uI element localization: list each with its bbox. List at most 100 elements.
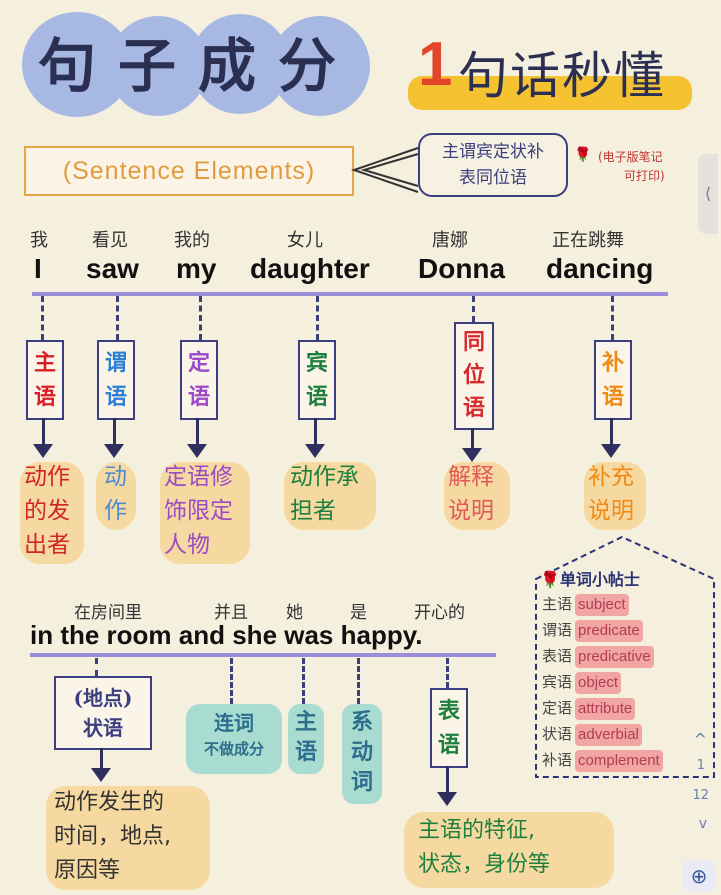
connector-dash (230, 658, 233, 704)
side-tab-button[interactable]: ⟨ (698, 154, 718, 234)
desc-complement: 补充 说明 (588, 460, 634, 528)
role-linking-verb: 系 动 词 (342, 708, 382, 798)
arrow-down (471, 428, 474, 450)
desc-subject: 动作 的发 出者 (24, 460, 70, 562)
arrow-head (91, 768, 111, 782)
sentence-word: Donna (418, 253, 506, 284)
page-up-button[interactable]: ^ (694, 730, 707, 749)
role-char: 语 (187, 384, 210, 410)
desc-line: 人物 (164, 532, 210, 558)
tip-zh: 定语 (542, 699, 573, 717)
role-char: 语 (33, 384, 56, 410)
connector-dash (199, 296, 202, 340)
arrow-down (314, 418, 317, 446)
arrow-head (187, 444, 207, 458)
desc-object: 动作承 担者 (290, 460, 359, 528)
connector-dash (316, 296, 319, 340)
desc-line: 时间，地点, (54, 824, 171, 849)
desc-line: 作 (104, 498, 127, 524)
categories-bubble: 主谓宾定状补 表同位语 (418, 133, 568, 197)
tip-zh: 谓语 (542, 621, 573, 639)
connector-dash (95, 658, 98, 676)
arrow-down (42, 418, 45, 446)
gloss-word: 我的 (174, 230, 210, 251)
page-down-button[interactable]: v (699, 816, 707, 832)
role-char: 同 (462, 329, 485, 355)
tip-item: 状语 adverbial (542, 723, 642, 746)
role-line: (地点) (73, 686, 133, 710)
tip-zh: 补语 (542, 751, 573, 769)
desc-line: 主语的特征, (418, 818, 535, 843)
desc-appositive: 解释 说明 (448, 460, 494, 528)
chevron-left-icon: ⟨ (704, 184, 712, 203)
tip-zh: 宾语 (542, 673, 573, 691)
page-total: 12 (692, 788, 709, 803)
desc-line: 动 (104, 464, 127, 490)
arrow-down (196, 418, 199, 446)
page-current: 1 (696, 758, 705, 773)
role-char: 宾 (305, 350, 328, 376)
role-line: 状语 (83, 716, 123, 740)
role-subject: 主 语 (26, 340, 64, 420)
sentence2-underline (30, 653, 496, 657)
desc-line: 饰限定 (164, 498, 233, 524)
sentence1-underline (32, 292, 668, 296)
role-char: 主 (33, 350, 56, 376)
english-label: (Sentence Elements) (62, 157, 316, 185)
role-char: 动 (350, 740, 373, 765)
desc-predicate: 动 作 (104, 460, 127, 528)
tip-item: 补语 complement (542, 749, 663, 772)
tip-en: predicative (575, 646, 654, 668)
note-line2: 可打印) (624, 169, 665, 183)
desc-line: 解释 (448, 464, 494, 490)
connector-dash (41, 296, 44, 340)
desc-line: 出者 (24, 532, 70, 558)
tip-item: 宾语 object (542, 671, 622, 694)
zoom-button[interactable]: ⊕ (682, 860, 716, 892)
tip-en: adverbial (575, 724, 642, 746)
arrow-head (437, 792, 457, 806)
desc-line: 说明 (588, 498, 634, 524)
desc-attribute: 定语修 饰限定 人物 (164, 460, 233, 562)
arrow-down (113, 418, 116, 446)
tip-zh: 状语 (542, 725, 573, 743)
connector-dash (611, 296, 614, 340)
desc-line: 补充 (588, 464, 634, 490)
desc-line: 动作 (24, 464, 70, 490)
role-subject-2: 主 语 (288, 708, 324, 768)
arrow-head (33, 444, 53, 458)
role-appositive: 同 位 语 (454, 322, 494, 430)
connector-dash (446, 658, 449, 688)
desc-predicative: 主语的特征, 状态，身份等 (418, 814, 550, 882)
desc-line: 担者 (290, 498, 336, 524)
role-char: 语 (305, 384, 328, 410)
role-char: 语 (104, 384, 127, 410)
connector-dash (472, 296, 475, 322)
role-char: 语 (437, 732, 460, 758)
role-conjunction: 连词 不做成分 (188, 708, 280, 760)
arrow-head (305, 444, 325, 458)
gloss-word: 女儿 (287, 230, 323, 251)
tip-en: subject (575, 594, 629, 616)
role-attribute: 定 语 (180, 340, 218, 420)
role-char: 谓 (104, 350, 127, 376)
tip-item: 定语 attribute (542, 697, 636, 720)
desc-line: 状态，身份等 (418, 852, 551, 877)
gloss-word: 正在跳舞 (552, 230, 624, 251)
tip-item: 谓语 predicate (542, 619, 643, 642)
tip-en: predicate (575, 620, 643, 642)
arrow-head (601, 444, 621, 458)
tip-zh: 主语 (542, 595, 573, 613)
tip-zh: 表语 (542, 647, 573, 665)
subtitle-number: 1 (418, 30, 453, 99)
role-complement: 补 语 (594, 340, 632, 420)
connector-dash (357, 658, 360, 704)
role-line: 连词 (214, 711, 254, 735)
gloss-word: 我 (30, 230, 48, 251)
arrow-down (446, 766, 449, 794)
role-object: 宾 语 (298, 340, 336, 420)
role-char: 补 (601, 350, 624, 376)
zoom-icon: ⊕ (690, 864, 708, 888)
role-char: 表 (437, 698, 460, 724)
desc-line: 动作发生的 (54, 790, 165, 815)
